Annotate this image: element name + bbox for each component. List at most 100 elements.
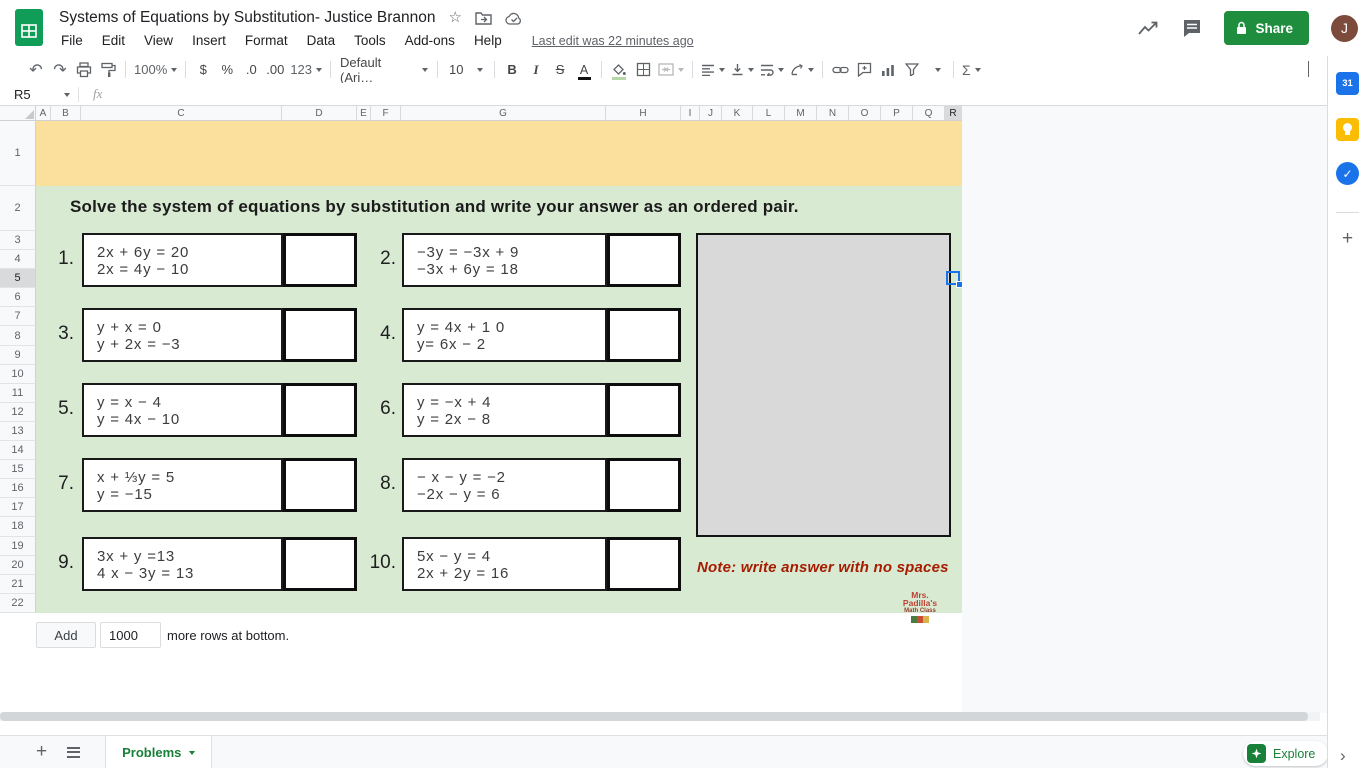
filter-views-button[interactable] — [924, 59, 948, 81]
strikethrough-button[interactable]: S — [548, 59, 572, 81]
equation-cell-9[interactable]: 3x + y =134 x − 3y = 13 — [82, 537, 283, 591]
equation-cell-2[interactable]: −3y = −3x + 9−3x + 6y = 18 — [402, 233, 607, 287]
column-header-C[interactable]: C — [81, 106, 282, 121]
all-sheets-button[interactable] — [67, 747, 80, 758]
row-header-8[interactable]: 8 — [0, 326, 36, 345]
menu-data[interactable]: Data — [304, 31, 339, 50]
row-header-11[interactable]: 11 — [0, 384, 36, 403]
column-header-H[interactable]: H — [606, 106, 681, 121]
row-header-7[interactable]: 7 — [0, 307, 36, 326]
rows-count-input[interactable] — [100, 622, 161, 648]
menu-help[interactable]: Help — [471, 31, 505, 50]
equation-cell-5[interactable]: y = x − 4y = 4x − 10 — [82, 383, 283, 437]
row-header-12[interactable]: 12 — [0, 403, 36, 422]
answer-cell-6[interactable] — [607, 383, 681, 437]
horizontal-align-button[interactable] — [698, 59, 728, 81]
print-button[interactable] — [72, 59, 96, 81]
equation-cell-7[interactable]: x + ⅓y = 5y = −15 — [82, 458, 283, 512]
row-header-16[interactable]: 16 — [0, 479, 36, 498]
answer-cell-1[interactable] — [283, 233, 357, 287]
bold-button[interactable]: B — [500, 59, 524, 81]
functions-button[interactable]: Σ — [959, 59, 984, 81]
explore-button[interactable]: Explore — [1243, 741, 1328, 766]
insert-comment-button[interactable] — [852, 59, 876, 81]
fill-color-button[interactable] — [607, 59, 631, 81]
column-header-P[interactable]: P — [881, 106, 913, 121]
borders-button[interactable] — [631, 59, 655, 81]
row-header-15[interactable]: 15 — [0, 460, 36, 479]
column-header-O[interactable]: O — [849, 106, 881, 121]
row-header-17[interactable]: 17 — [0, 498, 36, 517]
horizontal-scrollbar-thumb[interactable] — [0, 712, 1308, 721]
format-percent-button[interactable]: % — [215, 59, 239, 81]
text-rotation-button[interactable] — [787, 59, 817, 81]
answer-cell-8[interactable] — [607, 458, 681, 512]
equation-cell-10[interactable]: 5x − y = 42x + 2y = 16 — [402, 537, 607, 591]
increase-decimals-button[interactable]: .00 — [263, 59, 287, 81]
comment-history-icon[interactable] — [1182, 19, 1202, 38]
menu-view[interactable]: View — [141, 31, 176, 50]
add-sheet-button[interactable]: + — [36, 743, 47, 761]
menu-addons[interactable]: Add-ons — [402, 31, 458, 50]
column-header-M[interactable]: M — [785, 106, 817, 121]
more-formats-button[interactable]: 123 — [287, 59, 325, 81]
drawing-placeholder-box[interactable] — [696, 233, 951, 537]
equation-cell-8[interactable]: − x − y = −2−2x − y = 6 — [402, 458, 607, 512]
insert-chart-button[interactable] — [876, 59, 900, 81]
italic-button[interactable]: I — [524, 59, 548, 81]
keep-icon[interactable] — [1336, 118, 1359, 141]
answer-cell-7[interactable] — [283, 458, 357, 512]
undo-button[interactable]: ↶ — [24, 59, 48, 81]
row-header-20[interactable]: 20 — [0, 556, 36, 575]
menu-edit[interactable]: Edit — [99, 31, 128, 50]
yellow-banner-row[interactable] — [36, 121, 962, 186]
move-folder-icon[interactable] — [475, 11, 492, 25]
calendar-icon[interactable]: 31 — [1336, 72, 1359, 95]
sheets-logo[interactable] — [15, 9, 43, 46]
font-select[interactable]: Default (Ari… — [336, 59, 432, 81]
share-button[interactable]: Share — [1224, 11, 1309, 45]
redo-button[interactable]: ↷ — [48, 59, 72, 81]
column-header-K[interactable]: K — [722, 106, 753, 121]
equation-cell-4[interactable]: y = 4x + 1 0y= 6x − 2 — [402, 308, 607, 362]
equation-cell-6[interactable]: y = −x + 4y = 2x − 8 — [402, 383, 607, 437]
equation-cell-1[interactable]: 2x + 6y = 202x = 4y − 10 — [82, 233, 283, 287]
row-header-1[interactable]: 1 — [0, 121, 36, 186]
sheet-tab-problems[interactable]: Problems — [105, 736, 212, 768]
menu-insert[interactable]: Insert — [189, 31, 229, 50]
answer-cell-3[interactable] — [283, 308, 357, 362]
vertical-align-button[interactable] — [728, 59, 757, 81]
fill-handle[interactable] — [956, 281, 963, 288]
formula-input[interactable] — [102, 83, 1327, 105]
column-header-E[interactable]: E — [357, 106, 371, 121]
column-header-N[interactable]: N — [817, 106, 849, 121]
row-header-9[interactable]: 9 — [0, 346, 36, 365]
merge-cells-button[interactable] — [655, 59, 687, 81]
document-title[interactable]: Systems of Equations by Substitution- Ju… — [59, 9, 436, 27]
equation-cell-3[interactable]: y + x = 0y + 2x = −3 — [82, 308, 283, 362]
row-header-13[interactable]: 13 — [0, 422, 36, 441]
menu-format[interactable]: Format — [242, 31, 291, 50]
create-filter-button[interactable] — [900, 59, 924, 81]
answer-cell-10[interactable] — [607, 537, 681, 591]
add-rows-button[interactable]: Add — [36, 622, 96, 648]
column-header-R-selected[interactable]: R — [945, 106, 962, 121]
answer-cell-5[interactable] — [283, 383, 357, 437]
format-currency-button[interactable]: $ — [191, 59, 215, 81]
font-size-select[interactable]: 10 — [443, 59, 489, 81]
insert-link-button[interactable] — [828, 59, 852, 81]
answer-cell-2[interactable] — [607, 233, 681, 287]
zoom-select[interactable]: 100% — [131, 59, 180, 81]
row-header-21[interactable]: 21 — [0, 575, 36, 594]
paint-format-button[interactable] — [96, 59, 120, 81]
row-header-3[interactable]: 3 — [0, 231, 36, 250]
menu-file[interactable]: File — [58, 31, 86, 50]
row-header-22[interactable]: 22 — [0, 594, 36, 613]
last-edit-link[interactable]: Last edit was 22 minutes ago — [532, 34, 694, 48]
column-header-J[interactable]: J — [700, 106, 722, 121]
cloud-status-icon[interactable] — [505, 12, 523, 25]
text-color-button[interactable]: A — [572, 59, 596, 81]
activity-dashboard-icon[interactable] — [1138, 20, 1160, 36]
row-header-6[interactable]: 6 — [0, 288, 36, 307]
star-icon[interactable]: ☆ — [449, 10, 462, 26]
